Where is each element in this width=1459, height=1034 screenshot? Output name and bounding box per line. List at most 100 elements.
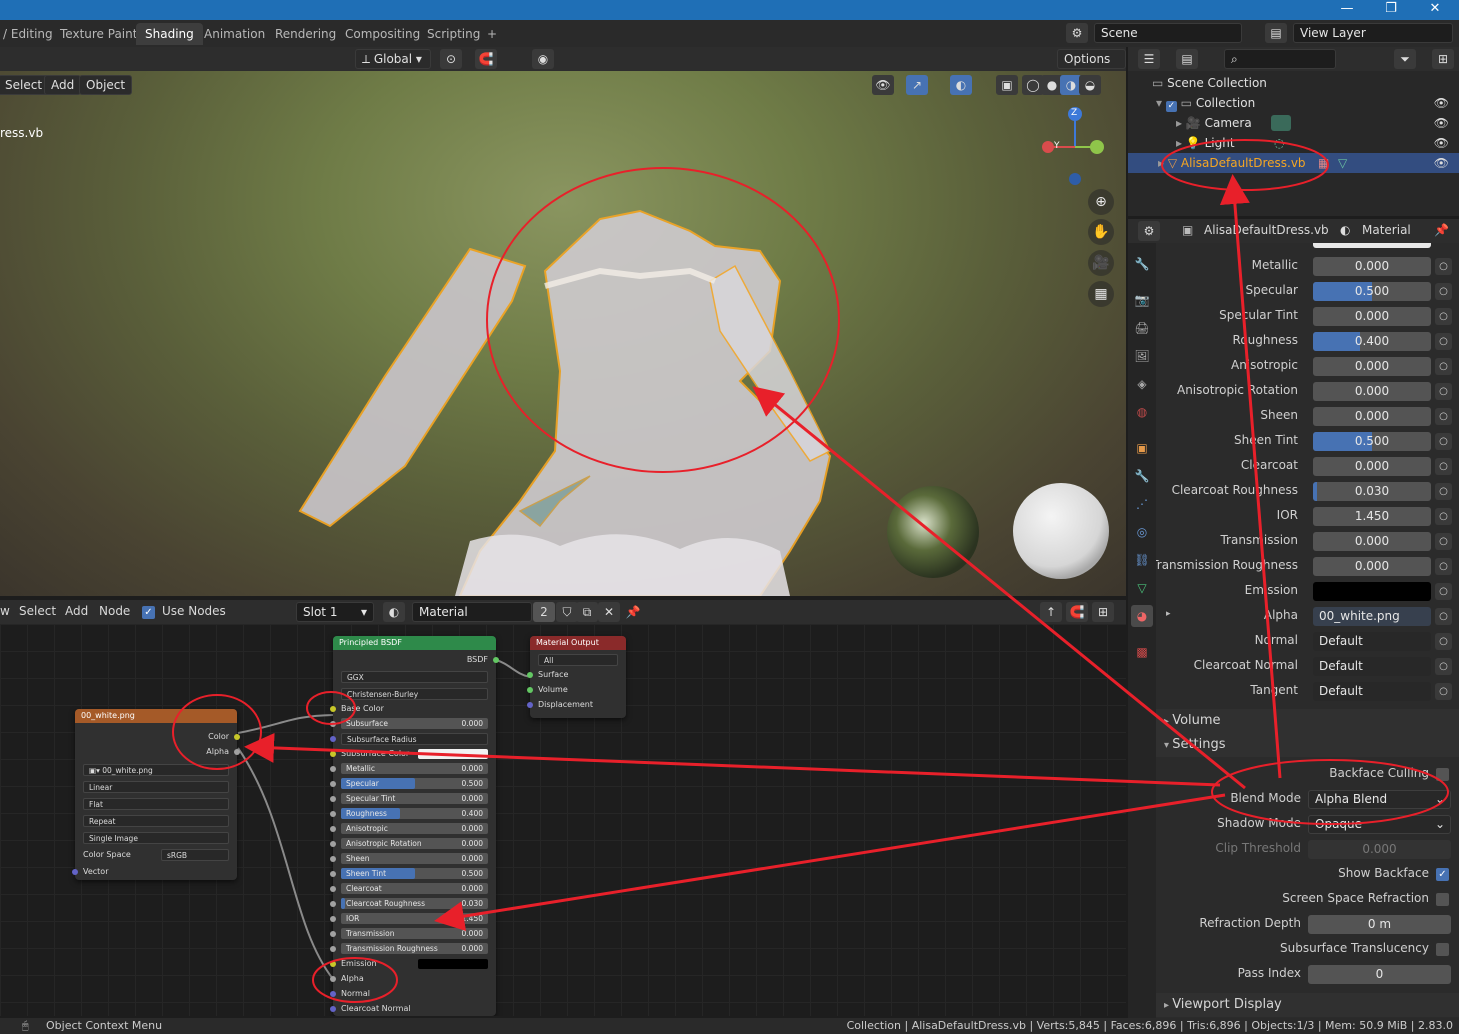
object-tab-icon[interactable]: ▣ [1131,437,1153,459]
material-slot-dropdown[interactable]: Slot 1 ▾ [296,602,374,622]
tab-shading[interactable]: Shading [136,23,203,45]
clearcoat-normal-field[interactable]: Default [1313,657,1431,676]
image-datablock-field[interactable]: ▣▾ 00_white.png [83,764,229,776]
vector-socket[interactable] [72,868,78,875]
camera-view-icon[interactable]: 🎥 [1088,250,1114,276]
show-gizmo-icon[interactable]: ↗ [906,75,928,95]
input-socket[interactable] [330,780,336,787]
displacement-socket[interactable] [527,701,533,708]
3d-viewport[interactable]: Z Y Select Add Object ress.vb 👁 ↗ ◐ ▣ ◯ … [0,71,1126,596]
input-socket[interactable] [330,795,336,802]
bsdf-input-row[interactable]: Specular 0.500 [330,776,496,791]
node-select-menu[interactable]: Select [19,604,56,618]
new-collection-icon[interactable]: ⊞ [1432,49,1454,69]
bsdf-input-row[interactable]: Clearcoat 0.000 [330,881,496,896]
image-node-title[interactable]: 00_white.png [75,709,237,723]
pin-icon[interactable]: 📌 [622,602,644,622]
subsurface-translucency-checkbox[interactable] [1436,943,1449,956]
viewport-display-panel-header[interactable]: ▸ Viewport Display [1156,993,1459,1017]
link-input-icon[interactable]: ○ [1435,358,1452,375]
bsdf-input-row[interactable]: Transmission 0.000 [330,926,496,941]
viewport-add-menu[interactable]: Add [44,75,82,95]
property-slider[interactable]: 0.400 [1313,332,1431,351]
tangent-link-icon[interactable]: ○ [1435,683,1452,700]
property-slider[interactable]: 0.030 [1313,482,1431,501]
view-layer-icon[interactable]: ▤ [1265,23,1287,43]
bsdf-input-row[interactable]: Transmission Roughness 0.000 [330,941,496,956]
input-socket[interactable] [330,915,336,922]
bsdf-socket[interactable] [493,656,499,663]
screen-space-refraction-checkbox[interactable] [1436,893,1449,906]
node-view-menu[interactable]: w [0,604,10,618]
tab-rendering[interactable]: Rendering [266,23,345,45]
color-space-dropdown[interactable]: sRGB [161,849,229,861]
backface-culling-checkbox[interactable] [1436,768,1449,781]
projection-dropdown[interactable]: Flat [83,798,229,810]
link-input-icon[interactable]: ○ [1435,258,1452,275]
bsdf-input-row[interactable]: Roughness 0.400 [330,806,496,821]
property-slider[interactable]: 1.450 [1313,507,1431,526]
emission-input[interactable]: Emission [330,956,496,971]
bsdf-value-field[interactable]: Transmission 0.000 [341,928,488,939]
bsdf-value-field[interactable]: Specular 0.500 [341,778,488,789]
bsdf-input-row[interactable]: Subsurface 0.000 [330,716,496,731]
properties-material-breadcrumb[interactable]: Material [1362,223,1411,237]
tool-tab-icon[interactable]: 🔧 [1131,253,1153,275]
outliner-dress-object[interactable]: ▸ ▽ AlisaDefaultDress.vb ▦ ▽ 👁 [1128,153,1459,173]
input-socket[interactable] [330,750,336,757]
image-alpha-output[interactable]: Alpha [75,744,240,759]
zoom-icon[interactable]: ⊕ [1088,189,1114,215]
fake-user-icon[interactable]: ⛉ [556,602,578,622]
link-input-icon[interactable]: ○ [1435,483,1452,500]
output-tab-icon[interactable]: 🖨 [1131,317,1153,339]
bsdf-input-row[interactable]: Sheen 0.000 [330,851,496,866]
collection-checkbox[interactable]: ✓ [1165,101,1177,112]
eye-icon[interactable]: 👁 [1434,153,1449,173]
input-socket[interactable] [330,825,336,832]
image-color-output[interactable]: Color [75,729,240,744]
bsdf-node-title[interactable]: Principled BSDF [333,636,496,650]
normal-link-icon[interactable]: ○ [1435,633,1452,650]
modifier-icon[interactable]: ▦ [1318,153,1329,173]
input-socket[interactable] [330,765,336,772]
displacement-input[interactable]: Displacement [527,697,626,712]
bsdf-input-row[interactable]: Sheen Tint 0.500 [330,866,496,881]
clearcoat-normal-link-icon[interactable]: ○ [1435,658,1452,675]
clearcoat-normal-socket[interactable] [330,1005,336,1012]
image-texture-node[interactable]: 00_white.png Color Alpha ▣▾ 00_white.png… [72,709,240,880]
property-slider[interactable]: 0.000 [1313,557,1431,576]
alpha-input-socket[interactable] [330,975,336,982]
node-editor[interactable]: 00_white.png Color Alpha ▣▾ 00_white.png… [0,624,1126,1016]
surface-socket[interactable] [527,671,533,678]
properties-editor-type-icon[interactable]: ⚙ [1138,221,1160,241]
scene-field[interactable]: Scene [1094,23,1242,43]
input-socket[interactable] [330,720,336,727]
bsdf-input-row[interactable]: Anisotropic 0.000 [330,821,496,836]
interpolation-dropdown[interactable]: Linear [83,781,229,793]
output-target-dropdown[interactable]: All [538,654,618,666]
link-input-icon[interactable]: ○ [1435,433,1452,450]
view-layer-tab-icon[interactable]: 🖼 [1131,345,1153,367]
source-dropdown[interactable]: Single Image [83,832,229,844]
link-input-icon[interactable]: ○ [1435,458,1452,475]
bsdf-input-row[interactable]: Subsurface Radius [330,731,496,746]
bsdf-input-row[interactable]: Metallic 0.000 [330,761,496,776]
options-dropdown[interactable]: Options ▾ [1057,49,1126,84]
node-snap-icon[interactable]: 🧲 [1066,602,1088,622]
input-socket[interactable] [330,945,336,952]
input-socket[interactable] [330,810,336,817]
bsdf-value-field[interactable]: Clearcoat Roughness 0.030 [341,898,488,909]
parent-node-icon[interactable]: ↑ [1040,602,1062,622]
color-socket[interactable] [234,733,240,740]
property-slider[interactable]: 0.000 [1313,257,1431,276]
use-nodes-checkbox[interactable]: ✓ [142,606,155,619]
material-browse-icon[interactable]: ◐ [383,602,405,622]
refraction-depth-field[interactable]: 0 m [1308,915,1451,934]
property-slider[interactable]: 0.500 [1313,432,1431,451]
unlink-material-icon[interactable]: ✕ [598,602,620,622]
modifier-tab-icon[interactable]: 🔧 [1131,465,1153,487]
link-input-icon[interactable]: ○ [1435,558,1452,575]
blend-mode-dropdown[interactable]: Alpha Blend ⌄ [1308,790,1451,809]
link-input-icon[interactable]: ○ [1435,408,1452,425]
property-slider[interactable]: 0.000 [1313,382,1431,401]
